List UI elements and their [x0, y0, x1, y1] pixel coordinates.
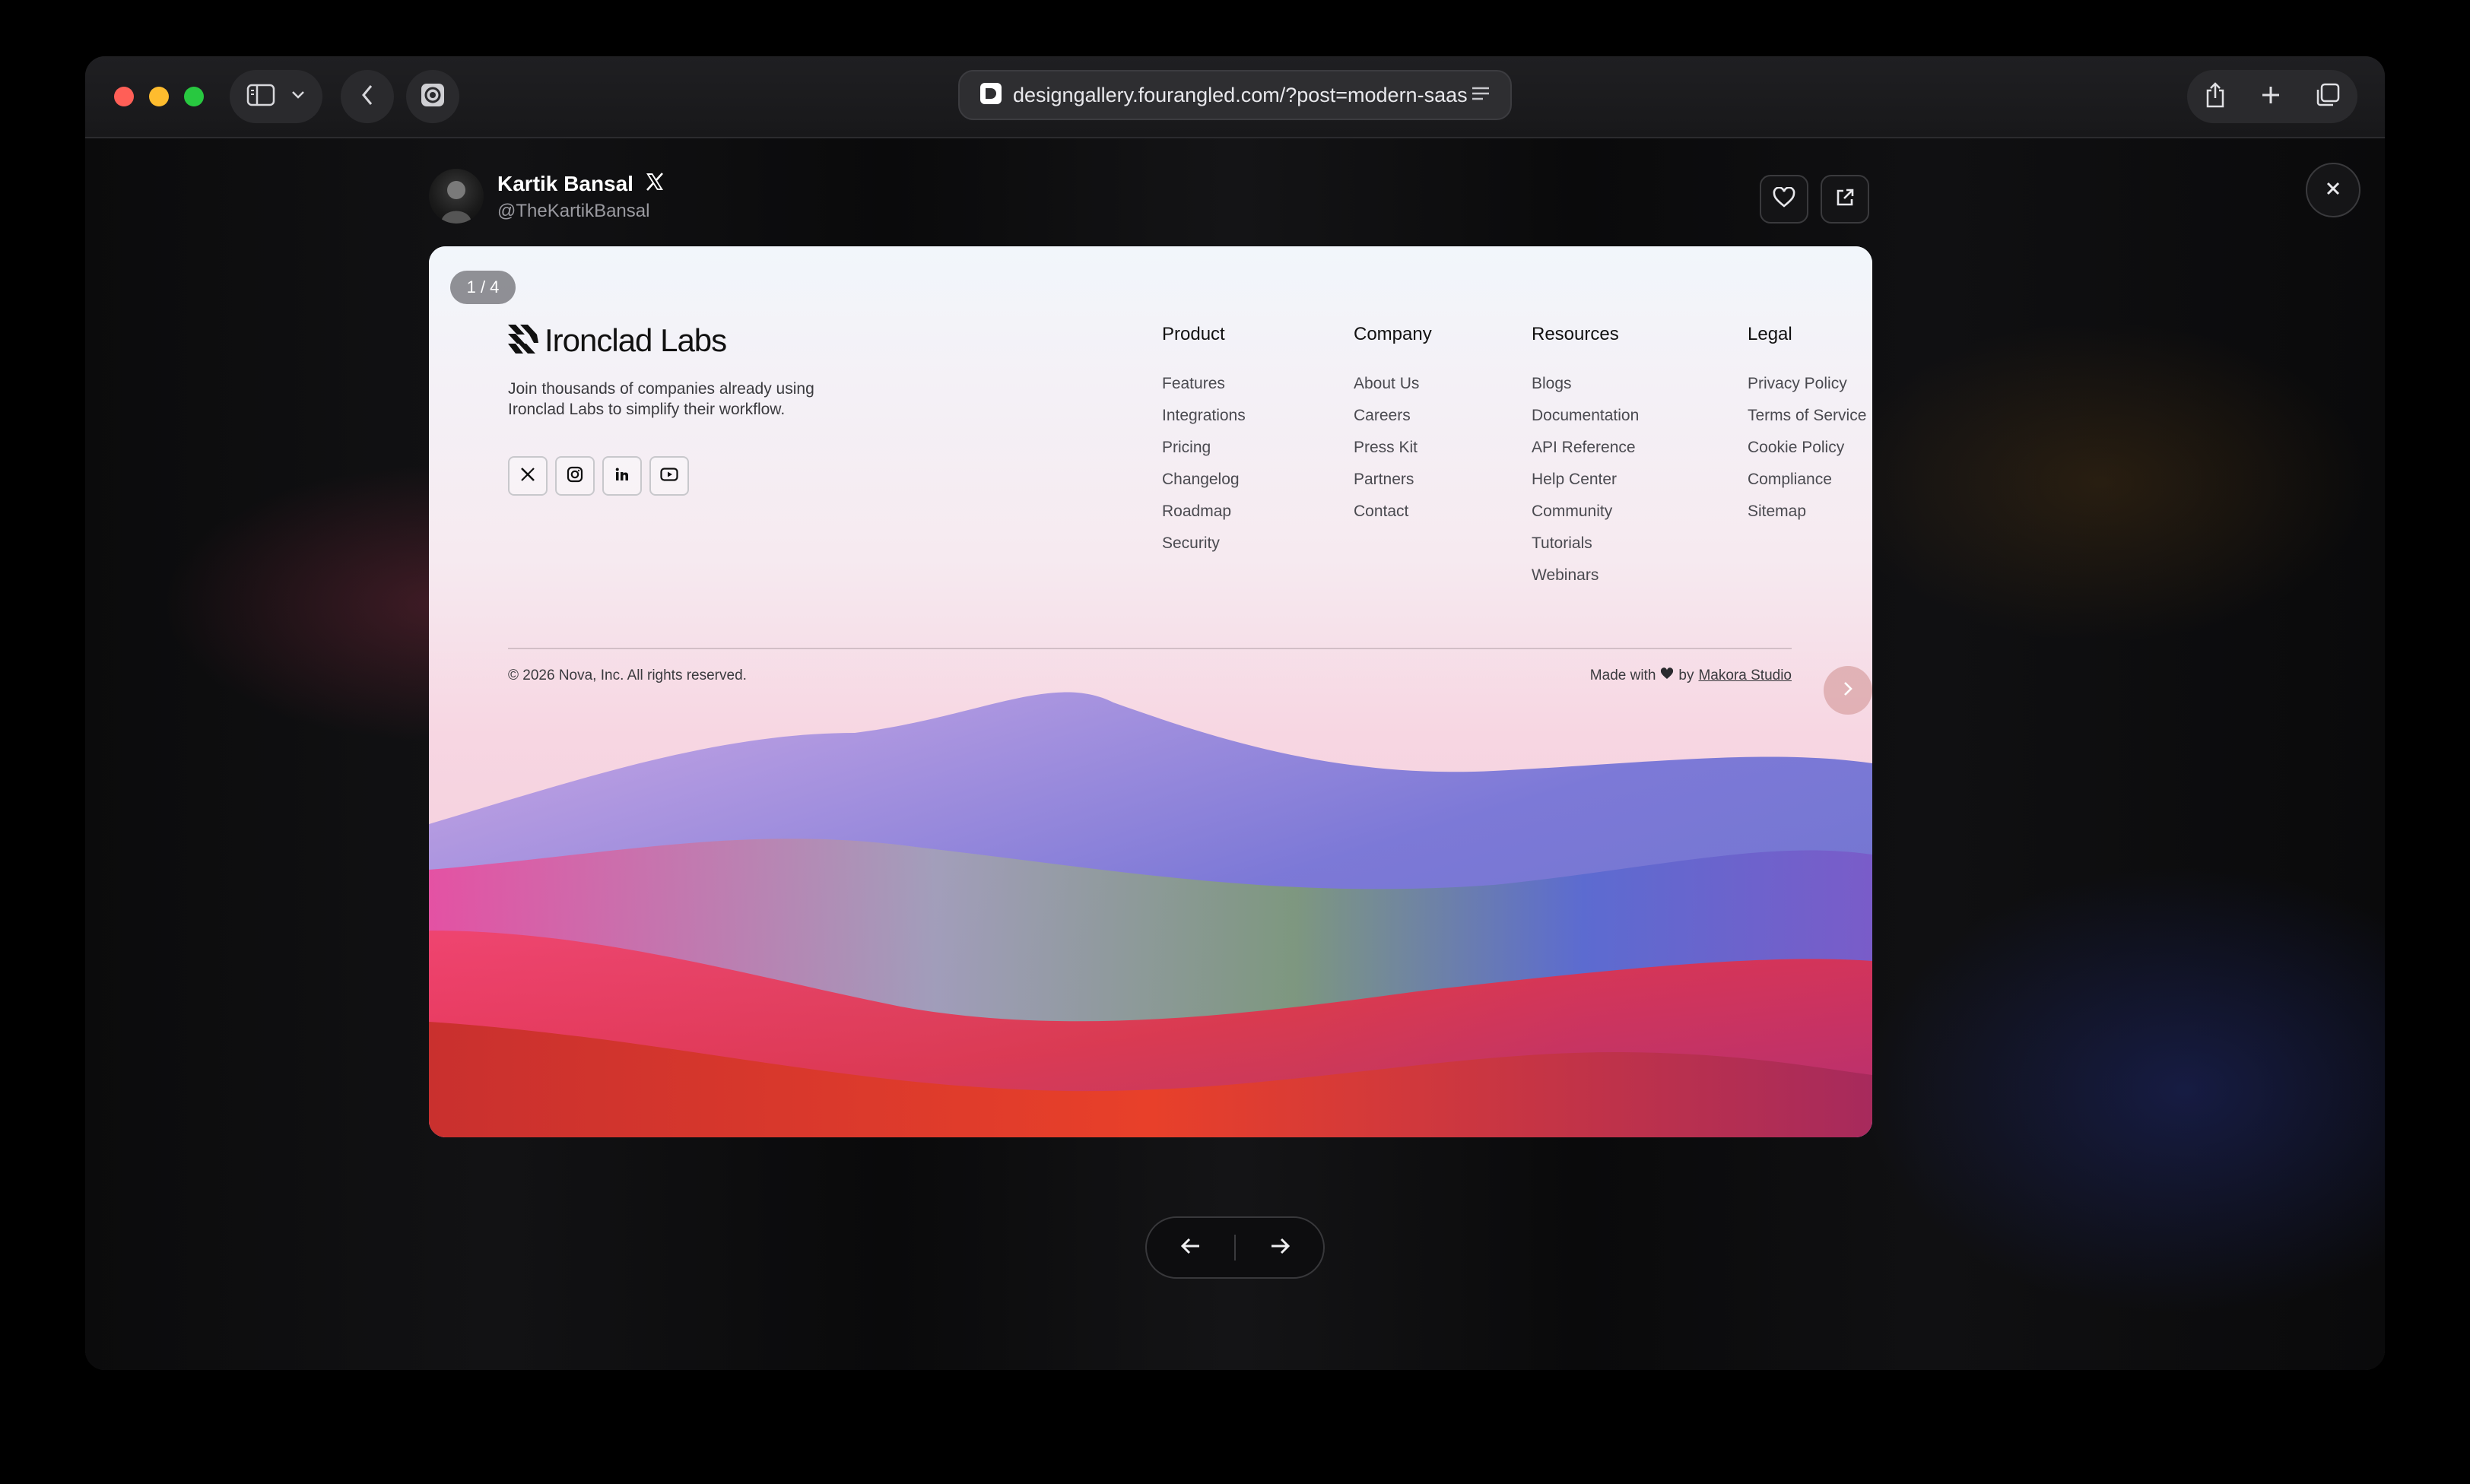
- made-by-label: by: [1678, 667, 1694, 683]
- extension-icon: [420, 82, 446, 112]
- instagram-icon: [567, 466, 583, 487]
- close-icon: [2324, 179, 2342, 201]
- footer-link[interactable]: Careers: [1354, 400, 1432, 432]
- ironclad-logo-icon: [508, 324, 538, 357]
- share-icon[interactable]: [2204, 81, 2227, 113]
- footer-link[interactable]: Contact: [1354, 496, 1432, 528]
- social-links: [508, 456, 689, 496]
- footer-link[interactable]: Integrations: [1162, 400, 1246, 432]
- close-modal-button[interactable]: [2306, 163, 2360, 217]
- footer-link[interactable]: Blogs: [1532, 368, 1639, 400]
- footer-column-company: Company About Us Careers Press Kit Partn…: [1354, 324, 1432, 528]
- made-with-label: Made with: [1589, 667, 1656, 683]
- browser-toolbar: designgallery.fourangled.com/?post=moder…: [85, 56, 2385, 138]
- column-heading: Company: [1354, 324, 1432, 344]
- social-linkedin-button[interactable]: [602, 456, 642, 496]
- x-icon: [519, 466, 536, 487]
- footer-link[interactable]: Webinars: [1532, 560, 1639, 591]
- minimize-window-button[interactable]: [149, 87, 169, 106]
- footer-link[interactable]: Tutorials: [1532, 528, 1639, 560]
- arrow-left-icon: [1179, 1236, 1202, 1260]
- footer-link[interactable]: Roadmap: [1162, 496, 1246, 528]
- social-youtube-button[interactable]: [649, 456, 689, 496]
- footer-link[interactable]: Compliance: [1748, 464, 1866, 496]
- close-window-button[interactable]: [114, 87, 134, 106]
- new-tab-icon[interactable]: [2260, 84, 2281, 109]
- author-name-row: Kartik Bansal: [497, 171, 665, 198]
- made-with-credit: Made with by Makora Studio: [1590, 667, 1792, 684]
- external-link-icon: [1834, 187, 1856, 212]
- social-x-button[interactable]: [508, 456, 548, 496]
- footer-link[interactable]: Cookie Policy: [1748, 432, 1866, 464]
- footer-link[interactable]: Press Kit: [1354, 432, 1432, 464]
- brand-name: Ironclad Labs: [544, 322, 727, 358]
- footer-link[interactable]: Pricing: [1162, 432, 1246, 464]
- open-external-button[interactable]: [1821, 175, 1869, 224]
- sidebar-toggle-button[interactable]: [230, 70, 322, 123]
- footer-link[interactable]: Documentation: [1532, 400, 1639, 432]
- heart-filled-icon: [1660, 667, 1674, 684]
- back-icon: [360, 84, 374, 110]
- footer-link[interactable]: API Reference: [1532, 432, 1639, 464]
- arrow-right-icon: [1268, 1236, 1291, 1260]
- url-text[interactable]: designgallery.fourangled.com/?post=moder…: [1013, 84, 1469, 107]
- slide-counter: 1 / 4: [450, 271, 516, 304]
- footer-link[interactable]: Terms of Service: [1748, 400, 1866, 432]
- brand-tagline: Join thousands of companies already usin…: [508, 380, 814, 418]
- linkedin-icon: [614, 466, 630, 487]
- card-next-button[interactable]: [1824, 666, 1872, 715]
- preview-card: 1 / 4 Ironclad Labs Join thousands of co…: [429, 246, 1872, 1137]
- brand: Ironclad Labs: [508, 322, 727, 359]
- toolbar-right-group: [2187, 70, 2357, 123]
- zoom-window-button[interactable]: [184, 87, 204, 106]
- tabs-overview-icon[interactable]: [2315, 82, 2341, 112]
- footer-column-legal: Legal Privacy Policy Terms of Service Co…: [1748, 324, 1866, 528]
- author-header: Kartik Bansal @TheKartikBansal: [429, 169, 665, 224]
- copyright-text: © 2026 Nova, Inc. All rights reserved.: [508, 667, 747, 683]
- social-instagram-button[interactable]: [555, 456, 595, 496]
- footer-link[interactable]: Security: [1162, 528, 1246, 560]
- avatar[interactable]: [429, 169, 484, 224]
- site-favicon-icon: [979, 82, 1002, 109]
- footer-column-resources: Resources Blogs Documentation API Refere…: [1532, 324, 1639, 591]
- reader-icon[interactable]: [1471, 86, 1491, 105]
- previous-slide-button[interactable]: [1147, 1218, 1234, 1277]
- footer-column-product: Product Features Integrations Pricing Ch…: [1162, 324, 1246, 560]
- column-heading: Product: [1162, 324, 1225, 344]
- sidebar-icon: [246, 84, 275, 110]
- next-slide-button[interactable]: [1236, 1218, 1323, 1277]
- x-logo-icon[interactable]: [644, 171, 665, 198]
- footer-link[interactable]: Help Center: [1532, 464, 1639, 496]
- footer-link[interactable]: Privacy Policy: [1748, 368, 1866, 400]
- footer-link[interactable]: Sitemap: [1748, 496, 1866, 528]
- footer-link[interactable]: Partners: [1354, 464, 1432, 496]
- footer-divider: [508, 648, 1792, 649]
- youtube-icon: [660, 467, 678, 486]
- column-heading: Resources: [1532, 324, 1619, 344]
- footer-link[interactable]: Community: [1532, 496, 1639, 528]
- footer-link[interactable]: Changelog: [1162, 464, 1246, 496]
- heart-icon: [1773, 186, 1795, 212]
- author-handle[interactable]: @TheKartikBansal: [497, 201, 665, 222]
- author-name[interactable]: Kartik Bansal: [497, 172, 633, 196]
- address-bar[interactable]: designgallery.fourangled.com/?post=moder…: [958, 70, 1512, 120]
- back-button[interactable]: [341, 70, 394, 123]
- like-button[interactable]: [1760, 175, 1808, 224]
- footer-link[interactable]: Features: [1162, 368, 1246, 400]
- footer-link[interactable]: About Us: [1354, 368, 1432, 400]
- extension-button[interactable]: [406, 70, 459, 123]
- chevron-down-icon[interactable]: [290, 90, 306, 104]
- pager: [1145, 1216, 1325, 1279]
- column-heading: Legal: [1748, 324, 1792, 344]
- chevron-right-icon: [1842, 680, 1854, 702]
- studio-link[interactable]: Makora Studio: [1698, 667, 1792, 684]
